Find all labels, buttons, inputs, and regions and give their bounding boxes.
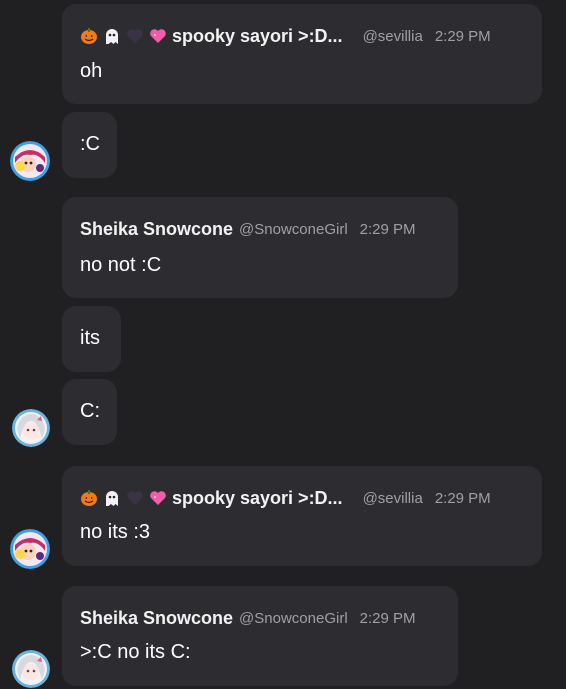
pumpkin-icon bbox=[80, 27, 98, 45]
message-bubble[interactable]: Sheika Snowcone @SnowconeGirl 2:29 PM >:… bbox=[62, 586, 458, 686]
avatar[interactable] bbox=[10, 529, 50, 569]
chat-log: spooky sayori >:D... @sevillia 2:29 PM o… bbox=[0, 0, 566, 689]
message-text: oh bbox=[80, 60, 103, 82]
black-heart-icon bbox=[126, 27, 144, 45]
author-name[interactable]: spooky sayori >:D... bbox=[172, 488, 343, 509]
message-header: spooky sayori >:D... @sevillia 2:29 PM bbox=[80, 24, 491, 48]
black-heart-icon bbox=[126, 489, 144, 507]
message-bubble[interactable]: C: bbox=[62, 379, 117, 445]
avatar[interactable] bbox=[12, 650, 50, 688]
message-bubble[interactable]: :C bbox=[62, 112, 117, 178]
message-bubble[interactable]: Sheika Snowcone @SnowconeGirl 2:29 PM no… bbox=[62, 197, 458, 298]
author-name[interactable]: Sheika Snowcone bbox=[80, 219, 233, 240]
ghost-icon bbox=[103, 489, 121, 507]
message-bubble[interactable]: its bbox=[62, 306, 121, 372]
message-bubble[interactable]: spooky sayori >:D... @sevillia 2:29 PM o… bbox=[62, 4, 542, 104]
timestamp: 2:29 PM bbox=[434, 489, 491, 507]
message-text: >:C no its C: bbox=[80, 641, 191, 663]
avatar[interactable] bbox=[12, 409, 50, 447]
message-header: Sheika Snowcone @SnowconeGirl 2:29 PM bbox=[80, 606, 416, 630]
message-header: spooky sayori >:D... @sevillia 2:29 PM bbox=[80, 486, 491, 510]
message-text: :C bbox=[80, 133, 100, 155]
message-header: Sheika Snowcone @SnowconeGirl 2:29 PM bbox=[80, 217, 416, 241]
sparkling-heart-icon bbox=[149, 27, 167, 45]
author-name[interactable]: spooky sayori >:D... bbox=[172, 26, 343, 47]
message-text: no its :3 bbox=[80, 521, 151, 543]
message-text: its bbox=[80, 327, 100, 349]
author-handle: @sevillia bbox=[362, 489, 423, 507]
message-text: no not :C bbox=[80, 254, 162, 276]
timestamp: 2:29 PM bbox=[359, 220, 416, 238]
author-name[interactable]: Sheika Snowcone bbox=[80, 608, 233, 629]
message-text: C: bbox=[80, 400, 100, 422]
author-handle: @sevillia bbox=[362, 27, 423, 45]
author-handle: @SnowconeGirl bbox=[239, 609, 348, 627]
author-handle: @SnowconeGirl bbox=[239, 220, 348, 238]
sparkling-heart-icon bbox=[149, 489, 167, 507]
pumpkin-icon bbox=[80, 489, 98, 507]
timestamp: 2:29 PM bbox=[434, 27, 491, 45]
avatar[interactable] bbox=[10, 141, 50, 181]
ghost-icon bbox=[103, 27, 121, 45]
message-bubble[interactable]: spooky sayori >:D... @sevillia 2:29 PM n… bbox=[62, 466, 542, 566]
timestamp: 2:29 PM bbox=[359, 609, 416, 627]
